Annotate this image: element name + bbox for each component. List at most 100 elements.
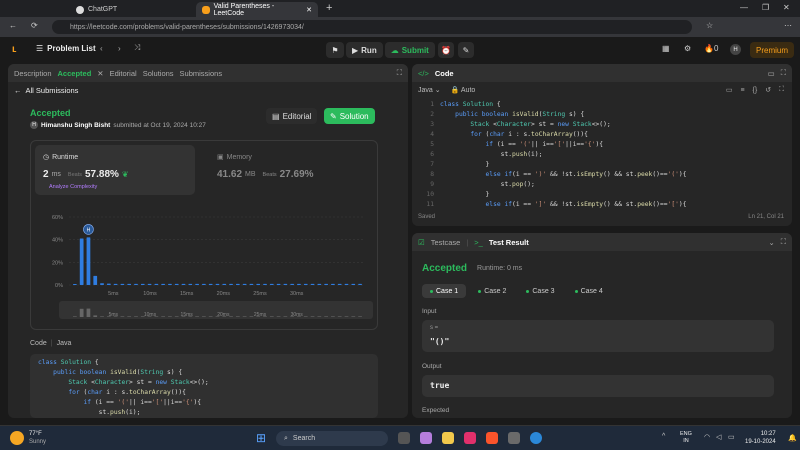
minimize-panel-icon[interactable]: ▭ <box>768 69 775 78</box>
clock[interactable]: 10:27 19-10-2024 <box>745 430 776 446</box>
url-field[interactable]: https://leetcode.com/problems/valid-pare… <box>52 20 692 34</box>
solution-button[interactable]: ✎ Solution <box>324 108 375 124</box>
prev-icon[interactable]: ‹ <box>100 44 103 53</box>
expand-panel-icon[interactable]: ⛶ <box>781 68 786 78</box>
minimize-icon[interactable]: — <box>740 3 748 12</box>
copilot-icon[interactable] <box>420 432 432 444</box>
input-value: "()" <box>430 337 450 346</box>
chart-bar <box>147 283 152 285</box>
list-icon: ☰ <box>36 44 44 53</box>
fullscreen-icon[interactable]: ⛶ <box>779 86 784 94</box>
performance-card: ◷ Runtime 2 ms Beats 57.88% ❦ Analyze Comple… <box>30 140 378 330</box>
status-accepted: Accepted <box>30 108 71 118</box>
chart-bar <box>297 283 301 285</box>
new-tab-icon[interactable]: + <box>326 2 332 14</box>
more-icon[interactable]: ⋯ <box>784 21 792 30</box>
chart-bar <box>222 283 227 285</box>
tray-chevron-icon[interactable]: ^ <box>662 433 665 440</box>
case-2-tab[interactable]: Case 2 <box>470 284 514 298</box>
tab-solutions[interactable]: Solutions <box>143 69 174 78</box>
wifi-icon[interactable]: ◠ <box>704 433 710 441</box>
all-submissions-link[interactable]: ← All Submissions <box>14 86 78 95</box>
problem-list-link[interactable]: ☰ Problem List <box>36 44 96 53</box>
tab-test-result[interactable]: Test Result <box>489 238 529 247</box>
auto-mode-toggle[interactable]: 🔒 Auto <box>451 86 476 94</box>
left-panel: Description Accepted ✕ Editorial Solution… <box>8 64 408 418</box>
submit-button[interactable]: ☁ Submit <box>384 42 435 58</box>
avatar[interactable]: H <box>730 44 741 55</box>
tab-chatgpt[interactable]: ChatGPT <box>70 2 182 17</box>
analyze-complexity-link[interactable]: Analyze Complexity <box>49 184 97 190</box>
chart-bar <box>269 283 274 285</box>
shuffle-icon[interactable]: ⤨ <box>134 43 140 53</box>
arrow-left-icon: ← <box>14 86 22 95</box>
collapse-icon[interactable]: ⌄ <box>768 238 774 247</box>
streak-counter[interactable]: 🔥0 <box>704 44 718 53</box>
windows-taskbar: 77°F Sunny ⊞ ⌕ Search ^ ENG IN ◠ ◁ ▭ 10:27 1… <box>0 425 800 450</box>
bookmark-icon[interactable]: ▭ <box>726 86 733 94</box>
brush-bar <box>100 316 104 317</box>
favorite-icon[interactable]: ☆ <box>706 21 713 30</box>
case-1-tab[interactable]: Case 1 <box>422 284 467 298</box>
tab-description[interactable]: Description <box>14 69 52 78</box>
brush-bar <box>134 316 138 317</box>
weather-widget[interactable]: 77°F Sunny <box>10 430 46 446</box>
editorial-button[interactable]: ▤ Editorial <box>266 108 318 124</box>
tab-testcase[interactable]: Testcase <box>431 238 461 247</box>
edge-icon[interactable] <box>530 432 542 444</box>
code-editor[interactable]: class Solution { public boolean isValid(… <box>440 100 687 210</box>
chart-bar <box>235 283 240 285</box>
expand-test-icon[interactable]: ⛶ <box>781 237 786 247</box>
gear-icon[interactable]: ⚙ <box>684 44 691 53</box>
reset-icon[interactable]: ↺ <box>765 86 771 94</box>
code-header: Code | Java <box>30 340 72 347</box>
memory-box[interactable]: ▣ Memory 41.62 MB Beats 27.69% <box>209 145 369 195</box>
run-submit-group: ⚑ ▶ Run ☁ Submit <box>326 42 435 58</box>
next-icon[interactable]: › <box>118 44 121 53</box>
brush-bar <box>86 308 91 317</box>
app-icon[interactable] <box>508 432 520 444</box>
file-explorer-icon[interactable] <box>442 432 454 444</box>
reload-icon[interactable]: ⟳ <box>31 21 38 30</box>
brush-bar <box>337 316 342 317</box>
brave-icon[interactable] <box>486 432 498 444</box>
maximize-icon[interactable]: ❐ <box>762 3 769 12</box>
timer-button[interactable]: ⏰ <box>438 42 454 58</box>
x-tick-label: 20ms <box>217 291 231 297</box>
braces-icon[interactable]: {} <box>753 87 758 94</box>
format-icon[interactable]: ≡ <box>740 87 744 94</box>
instagram-icon[interactable] <box>464 432 476 444</box>
close-accepted-icon[interactable]: ✕ <box>97 69 103 78</box>
tab-editorial[interactable]: Editorial <box>110 69 137 78</box>
notification-icon[interactable]: 🔔 <box>788 434 797 442</box>
back-icon[interactable]: ← <box>9 21 17 30</box>
run-button[interactable]: ▶ Run <box>346 42 383 58</box>
chart-bar <box>331 283 335 285</box>
case-4-tab[interactable]: Case 4 <box>567 284 611 298</box>
tab-submissions[interactable]: Submissions <box>180 69 223 78</box>
language-select[interactable]: Java ⌄ <box>418 86 441 94</box>
runtime-box[interactable]: ◷ Runtime 2 ms Beats 57.88% ❦ Analyze Comple… <box>35 145 195 195</box>
chart-bar <box>195 283 199 285</box>
volume-icon[interactable]: ◁ <box>716 433 721 441</box>
debug-button[interactable]: ⚑ <box>326 42 344 58</box>
leetcode-logo-icon[interactable]: ʟ <box>12 44 17 55</box>
layout-icon[interactable]: ▦ <box>662 44 670 53</box>
task-view-icon[interactable] <box>398 432 410 444</box>
saved-status: Saved <box>418 214 436 220</box>
line-numbers: 1 2 3 4 5 6 7 8 9 10 11 <box>426 101 434 208</box>
close-tab-icon[interactable]: ✕ <box>306 6 312 14</box>
tab-accepted[interactable]: Accepted <box>58 69 92 78</box>
close-window-icon[interactable]: ✕ <box>783 3 790 12</box>
battery-icon[interactable]: ▭ <box>728 433 735 441</box>
windows-start-icon[interactable]: ⊞ <box>256 431 266 445</box>
premium-button[interactable]: Premium <box>750 42 795 58</box>
tab-leetcode[interactable]: Valid Parentheses - LeetCode ✕ <box>196 2 318 17</box>
note-button[interactable]: ✎ <box>458 42 474 58</box>
case-3-tab[interactable]: Case 3 <box>518 284 562 298</box>
language-indicator[interactable]: ENG IN <box>680 431 692 445</box>
expand-icon[interactable]: ⛶ <box>397 68 402 78</box>
chart-bar <box>242 283 247 285</box>
taskbar-search[interactable]: ⌕ Search <box>276 431 388 446</box>
x-tick-label: 25ms <box>253 291 267 297</box>
